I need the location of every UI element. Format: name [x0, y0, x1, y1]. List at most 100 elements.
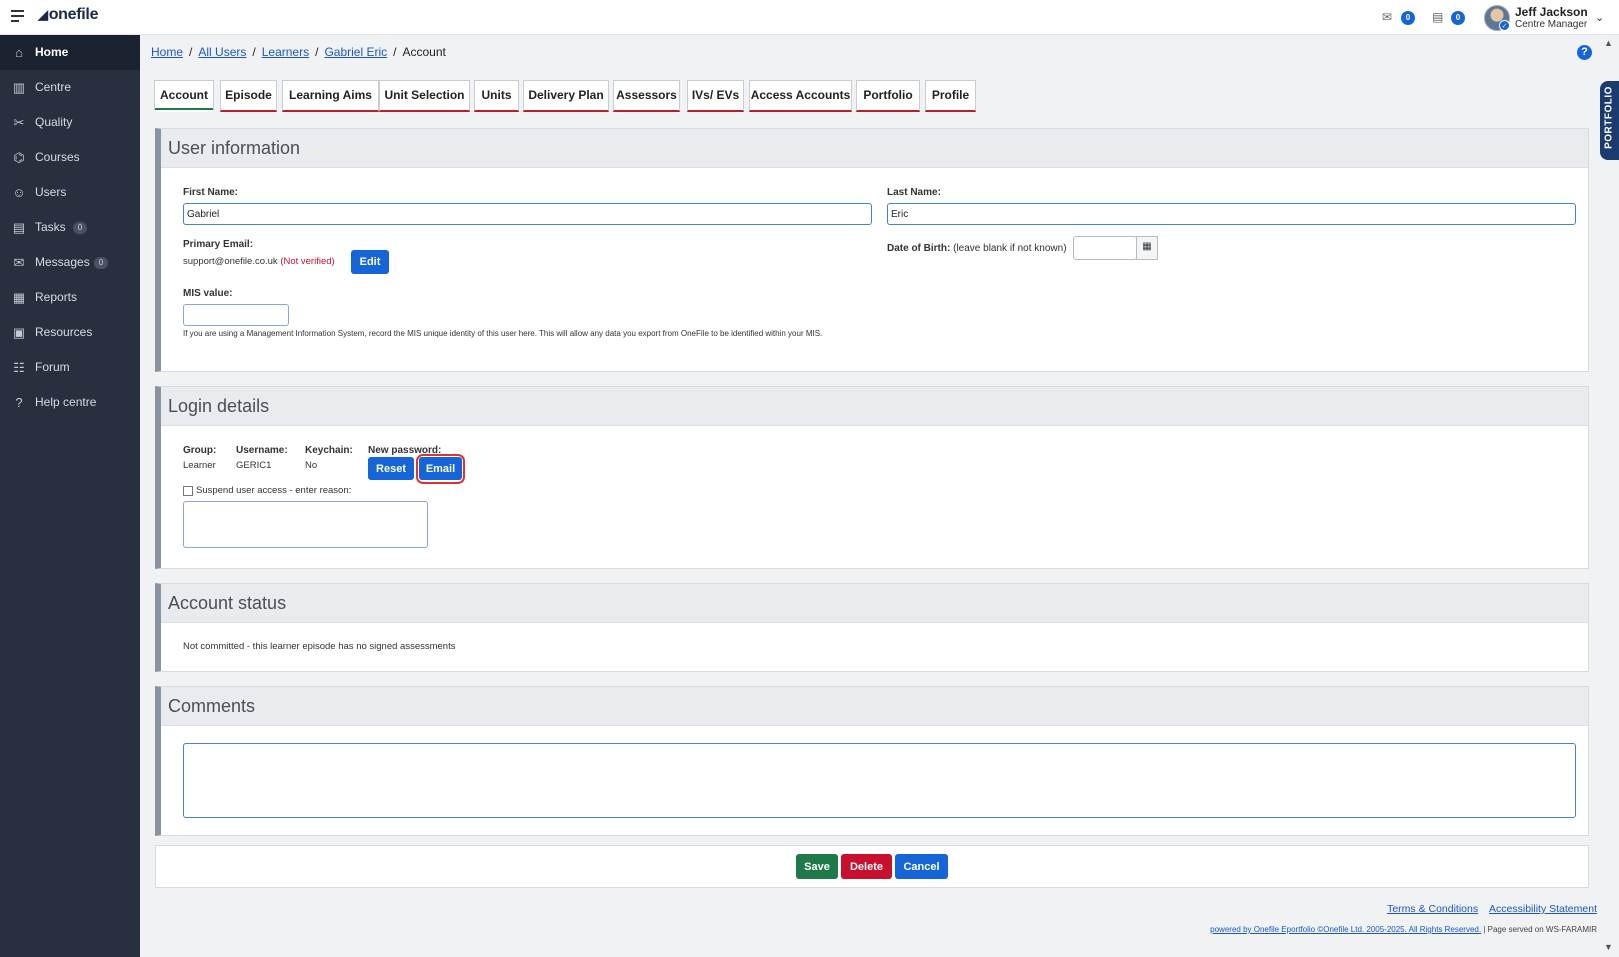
tasks-count-badge: 0: [1451, 11, 1465, 25]
save-button[interactable]: Save: [796, 854, 838, 879]
tab-unit-selection[interactable]: Unit Selection: [379, 80, 470, 112]
tools-icon: ✂: [13, 115, 25, 130]
footer-links: Terms & Conditions Accessibility Stateme…: [1379, 903, 1597, 915]
tasks-count-badge: 0: [73, 222, 87, 234]
login-details-panel: Login details Group: Learner Username: G…: [155, 386, 1589, 569]
date-of-birth-label-text: Date of Birth:: [887, 243, 951, 254]
date-of-birth-label: Date of Birth: (leave blank if not known…: [887, 243, 1067, 254]
accessibility-link[interactable]: Accessibility Statement: [1489, 903, 1597, 915]
keychain-value: No: [305, 460, 318, 471]
sidebar-item-quality[interactable]: ✂ Quality: [0, 105, 140, 140]
terms-link[interactable]: Terms & Conditions: [1387, 903, 1478, 915]
tab-assessors[interactable]: Assessors: [613, 80, 680, 112]
sidebar-item-home[interactable]: ⌂ Home: [0, 35, 140, 70]
mis-value-field[interactable]: [183, 304, 289, 326]
calendar-icon[interactable]: ▦: [1136, 236, 1158, 260]
help-icon[interactable]: ?: [1577, 45, 1592, 60]
tab-ivs-evs[interactable]: IVs/ EVs: [687, 80, 744, 112]
edit-email-button[interactable]: Edit: [351, 250, 389, 274]
sidebar-item-label: Users: [35, 185, 67, 199]
sidebar-item-users[interactable]: ☺ Users: [0, 175, 140, 210]
verified-check-icon: ✓: [1499, 20, 1510, 31]
account-status-text: Not committed - this learner episode has…: [183, 641, 456, 652]
username-value: GERIC1: [236, 460, 272, 471]
forum-icon: ☷: [13, 360, 25, 375]
breadcrumb-learner-link[interactable]: Gabriel Eric: [324, 45, 387, 59]
tab-access-accounts[interactable]: Access Accounts: [749, 80, 852, 112]
keychain-label: Keychain:: [305, 445, 353, 456]
clipboard-icon[interactable]: ▤: [1432, 10, 1443, 24]
email-password-button[interactable]: Email: [419, 457, 462, 480]
delete-button[interactable]: Delete: [841, 854, 892, 879]
breadcrumb-all-users-link[interactable]: All Users: [198, 45, 246, 59]
sidebar-item-resources[interactable]: ▣ Resources: [0, 315, 140, 350]
tab-portfolio[interactable]: Portfolio: [856, 80, 920, 112]
sidebar-item-reports[interactable]: ▦ Reports: [0, 280, 140, 315]
sidebar-item-label: Forum: [35, 360, 70, 374]
account-status-title: Account status: [161, 584, 1588, 623]
scroll-up-arrow[interactable]: ▲: [1604, 38, 1613, 48]
graduation-cap-icon: ⌬: [13, 150, 25, 165]
mis-value-label: MIS value:: [183, 288, 233, 299]
last-name-label: Last Name:: [887, 187, 941, 198]
tab-episode[interactable]: Episode: [220, 80, 277, 112]
breadcrumb-home-link[interactable]: Home: [151, 45, 183, 59]
sidebar-item-tasks[interactable]: ▤ Tasks 0: [0, 210, 140, 245]
cancel-button[interactable]: Cancel: [895, 854, 948, 879]
scroll-down-arrow[interactable]: ▼: [1604, 942, 1613, 952]
group-value: Learner: [183, 460, 216, 471]
sidebar-item-messages[interactable]: ✉ Messages 0: [0, 245, 140, 280]
portfolio-side-tab-label: PORTFOLIO: [1603, 86, 1615, 149]
envelope-icon[interactable]: ✉: [1382, 10, 1392, 24]
suspend-user-checkbox[interactable]: [183, 486, 193, 496]
report-icon: ▦: [12, 290, 26, 305]
onefile-logo[interactable]: ◢onefile: [38, 6, 98, 24]
building-icon: ▥: [12, 80, 26, 95]
sidebar-item-centre[interactable]: ▥ Centre: [0, 70, 140, 105]
sidebar-item-courses[interactable]: ⌬ Courses: [0, 140, 140, 175]
hamburger-menu-icon[interactable]: [11, 10, 24, 22]
sidebar-item-label: Reports: [35, 290, 78, 304]
suspend-reason-field[interactable]: [183, 501, 428, 548]
sidebar-item-forum[interactable]: ☷ Forum: [0, 350, 140, 385]
user-information-title: User information: [161, 129, 1588, 168]
messages-count-badge: 0: [1401, 11, 1415, 25]
email-status: (Not verified): [280, 256, 335, 267]
tab-delivery-plan[interactable]: Delivery Plan: [523, 80, 609, 112]
user-name[interactable]: Jeff Jackson: [1515, 5, 1588, 19]
tab-learning-aims[interactable]: Learning Aims: [282, 80, 379, 112]
comments-field[interactable]: [183, 743, 1576, 818]
breadcrumb-bar: Home / All Users / Learners / Gabriel Eric / Acc…: [140, 35, 1600, 69]
sidebar-item-label: Tasks: [35, 220, 66, 234]
group-label: Group:: [183, 445, 217, 456]
comments-panel: Comments: [155, 686, 1589, 836]
users-icon: ☺: [12, 185, 26, 200]
action-bar: Save Delete Cancel: [155, 845, 1589, 888]
primary-email-address: support@onefile.co.uk: [183, 256, 278, 267]
sidebar-item-label: Help centre: [35, 395, 97, 409]
sidebar: ⌂ Home ▥ Centre ✂ Quality ⌬ Courses ☺ Us…: [0, 35, 140, 957]
user-information-panel: User information First Name: Last Name: …: [155, 128, 1589, 372]
sidebar-item-help-centre[interactable]: ? Help centre: [0, 385, 140, 420]
reset-password-button[interactable]: Reset: [368, 457, 414, 480]
username-label: Username:: [236, 445, 288, 456]
page-served-text: | Page served on WS-FARAMIR: [1483, 925, 1597, 934]
last-name-field[interactable]: [887, 203, 1576, 225]
portfolio-side-tab[interactable]: PORTFOLIO: [1600, 81, 1619, 160]
breadcrumb-separator: /: [315, 45, 319, 59]
account-status-panel: Account status Not committed - this lear…: [155, 583, 1589, 672]
sidebar-item-label: Centre: [35, 80, 72, 94]
tab-account[interactable]: Account: [154, 80, 214, 112]
sidebar-item-label: Courses: [35, 150, 80, 164]
powered-by-link[interactable]: powered by Onefile Eportfolio ©Onefile L…: [1210, 925, 1481, 934]
chevron-down-icon[interactable]: ⌄: [1595, 11, 1604, 24]
primary-email-value: support@onefile.co.uk (Not verified): [183, 256, 335, 267]
tab-units[interactable]: Units: [474, 80, 519, 112]
date-of-birth-field[interactable]: [1073, 236, 1137, 260]
resources-icon: ▣: [12, 325, 26, 340]
primary-email-label: Primary Email:: [183, 239, 254, 250]
breadcrumb-learners-link[interactable]: Learners: [262, 45, 309, 59]
home-icon: ⌂: [15, 45, 23, 60]
first-name-field[interactable]: [183, 203, 872, 225]
tab-profile[interactable]: Profile: [925, 80, 976, 112]
